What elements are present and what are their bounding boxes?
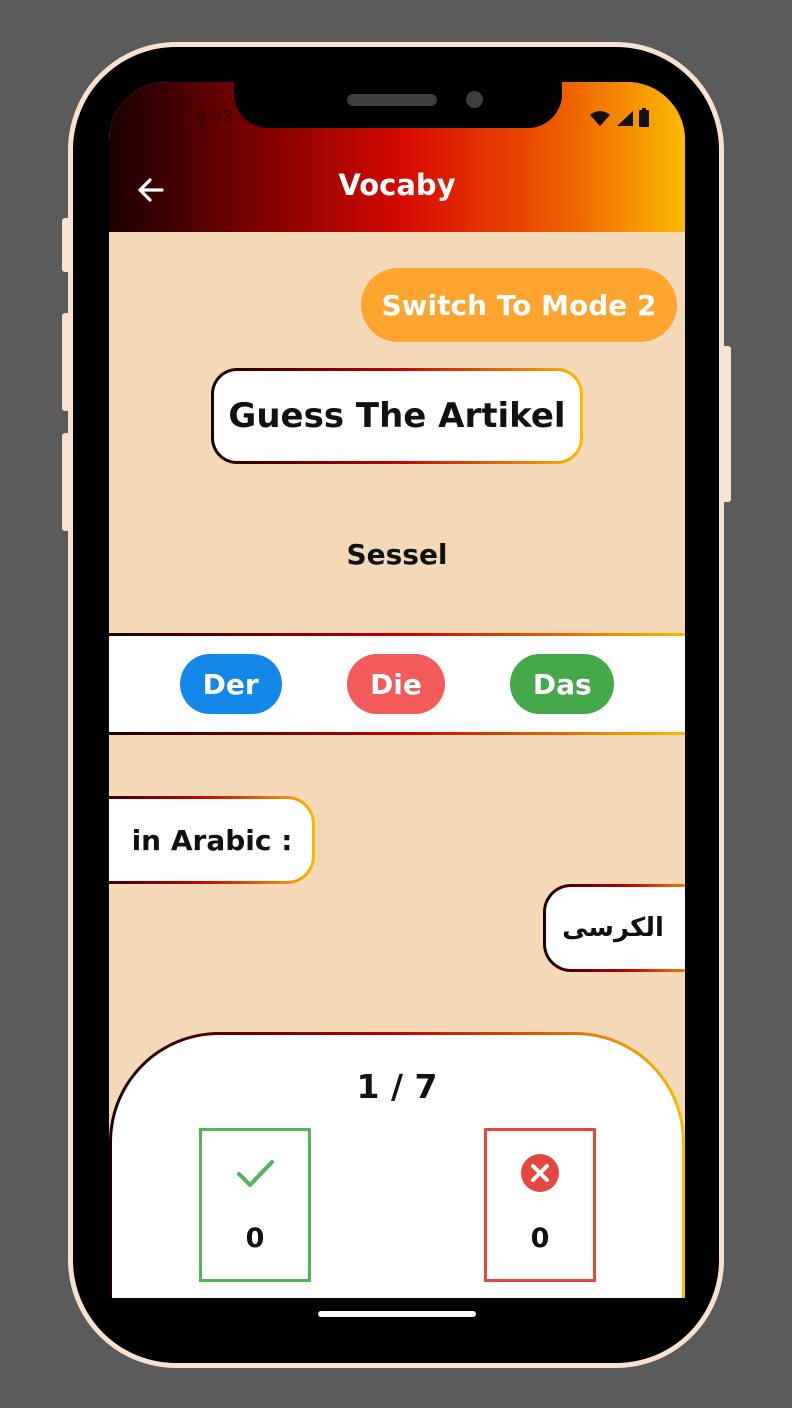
switch-mode-button[interactable]: Switch To Mode 2 (361, 268, 677, 342)
das-button[interactable]: Das (510, 654, 615, 714)
side-button (62, 433, 70, 531)
side-button (62, 218, 70, 272)
status-icons (589, 108, 649, 127)
translation-text: الكرسى (546, 887, 685, 969)
translation-card: الكرسى (543, 884, 685, 972)
progress-counter: 1 / 7 (356, 1067, 438, 1106)
side-button (62, 313, 70, 411)
battery-icon (639, 108, 649, 127)
quiz-title-card: Guess The Artikel (211, 368, 583, 464)
quiz-title: Guess The Artikel (214, 371, 580, 461)
correct-score-card: 0 (199, 1128, 311, 1282)
speaker (347, 94, 437, 106)
answer-options-bar: Der Die Das (109, 633, 685, 735)
wrong-score-card: 0 (484, 1128, 596, 1282)
close-circle-icon (521, 1154, 559, 1192)
score-panel: 1 / 7 0 0 (109, 1032, 685, 1298)
correct-count: 0 (245, 1223, 265, 1254)
die-button[interactable]: Die (346, 654, 445, 714)
app-title: Vocaby (338, 168, 456, 202)
check-icon (237, 1160, 274, 1187)
wifi-icon (590, 111, 610, 126)
side-button (722, 346, 731, 502)
home-indicator[interactable] (318, 1311, 476, 1317)
app-screen: 9:43 Vocaby Switch To Mode 2 Guess The A… (109, 82, 685, 1298)
der-button[interactable]: Der (179, 654, 282, 714)
quiz-word: Sessel (346, 538, 448, 571)
translation-label-card: in Arabic : (109, 796, 315, 884)
status-time: 9:43 (195, 108, 234, 128)
app-bar: 9:43 Vocaby (109, 82, 685, 232)
front-camera (466, 91, 483, 108)
translation-label: in Arabic : (109, 799, 312, 881)
wrong-count: 0 (530, 1223, 550, 1254)
signal-icon (617, 111, 633, 126)
camera-notch (234, 82, 562, 128)
